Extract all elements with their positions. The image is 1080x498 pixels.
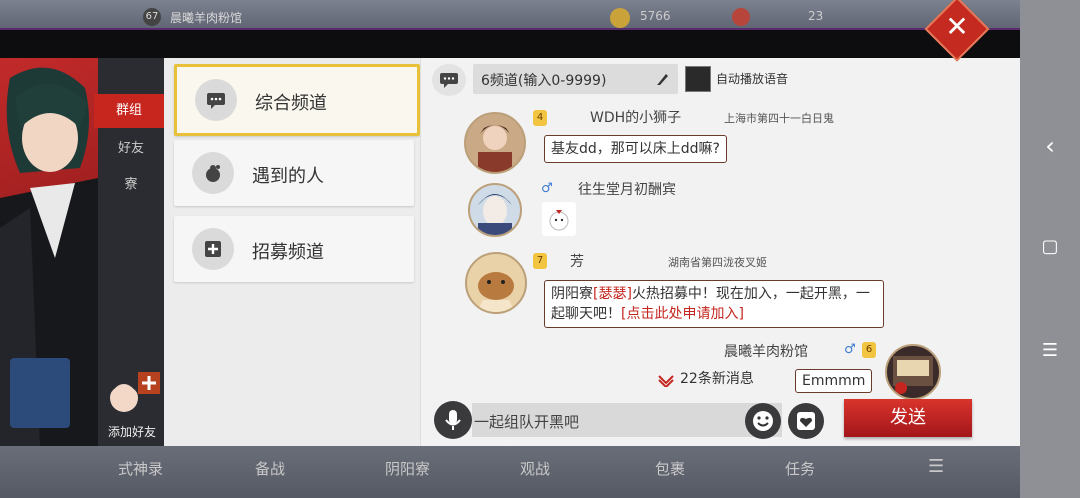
nav-shikigami[interactable]: 式神录	[118, 458, 163, 479]
character-portrait	[0, 58, 98, 446]
avatar[interactable]	[885, 344, 941, 400]
add-friend-button[interactable]: 添加好友	[100, 370, 164, 440]
smiley-icon	[753, 411, 773, 431]
close-icon[interactable]: ✕	[938, 8, 976, 46]
nav-prepare[interactable]: 备战	[255, 458, 285, 479]
message-sender-guild: 湖南省第四泷夜叉姬	[668, 256, 767, 269]
nav-spectate[interactable]: 观战	[520, 458, 550, 479]
level-badge: 7	[533, 253, 547, 269]
auto-voice-label: 自动播放语音	[716, 72, 789, 86]
tab-guild[interactable]: 寮	[98, 168, 164, 202]
chat-bubble-icon	[195, 79, 237, 121]
sticker-icon	[549, 210, 569, 231]
auto-voice-checkbox[interactable]	[685, 66, 711, 92]
message-bubble[interactable]: Emmmm	[795, 369, 873, 393]
emoji-button[interactable]	[745, 403, 781, 439]
channel-general-label: 综合频道	[255, 93, 327, 114]
recruit-message-bubble[interactable]: 阴阳寮[瑟瑟]火热招募中！现在加入，一起开黑，一起聊天吧！[点击此处申请加入]	[544, 280, 884, 328]
system-navigation-bar: ‹ ▢ ☰	[1020, 0, 1080, 498]
avatar[interactable]	[465, 252, 527, 314]
message-input-placeholder: 一起组队开黑吧	[474, 413, 580, 431]
channel-number-input[interactable]: 6频道(输入0-9999)	[473, 64, 678, 94]
tab-friends[interactable]: 好友	[98, 132, 164, 166]
channel-met-people-label: 遇到的人	[252, 166, 324, 187]
coin-count: 5766	[640, 9, 671, 23]
message-bubble[interactable]: 基友dd，那可以床上dd嘛?	[544, 135, 727, 163]
channel-switch-button[interactable]	[432, 64, 466, 96]
gender-male-icon: ♂	[541, 181, 553, 196]
player-level: 67	[143, 8, 161, 26]
channel-recruit-label: 招募频道	[252, 242, 324, 263]
channel-general[interactable]: 综合频道	[174, 64, 420, 136]
message-sender-guild: 上海市第四十一白日鬼	[724, 112, 834, 125]
nav-tasks[interactable]: 任务	[785, 458, 815, 479]
level-badge: 6	[862, 342, 876, 358]
heart-sticker-icon	[797, 412, 815, 430]
message-sender-name[interactable]: 往生堂月初酬宾	[578, 179, 676, 199]
jade-count: 23	[808, 9, 824, 23]
channel-met-people[interactable]: 遇到的人	[174, 140, 414, 206]
message-sender-name[interactable]: WDH的小狮子	[590, 107, 681, 127]
jade-icon	[732, 8, 750, 26]
new-messages-indicator[interactable]: 22条新消息	[680, 368, 754, 388]
recruit-apply-link[interactable]: [点击此处申请加入]	[621, 306, 744, 322]
menu-icon[interactable]: ☰	[928, 456, 944, 477]
new-messages-icon	[658, 372, 674, 391]
send-button[interactable]: 发送	[844, 399, 972, 437]
message-sender-name[interactable]: 芳	[570, 251, 584, 271]
back-icon[interactable]: ‹	[1020, 132, 1080, 160]
recents-icon[interactable]: ☰	[1020, 340, 1080, 361]
avatar[interactable]	[468, 183, 522, 237]
header-strip	[0, 28, 1020, 60]
recruit-guild-tag: [瑟瑟]	[593, 286, 632, 302]
message-sender-name[interactable]: 晨曦羊肉粉馆	[724, 341, 808, 361]
microphone-icon	[445, 410, 461, 430]
home-icon[interactable]: ▢	[1020, 236, 1080, 257]
nav-bag[interactable]: 包裹	[655, 458, 685, 479]
sticker-message[interactable]	[542, 202, 576, 236]
chat-bubble-icon	[440, 73, 458, 88]
recruit-guild-word: 阴阳寮	[551, 286, 593, 302]
coin-icon	[610, 8, 630, 28]
message-input[interactable]: 一起组队开黑吧	[472, 403, 782, 437]
sticker-button[interactable]	[788, 403, 824, 439]
level-badge: 4	[533, 110, 547, 126]
voice-input-button[interactable]	[434, 401, 472, 439]
player-name: 晨曦羊肉粉馆	[170, 11, 243, 25]
game-bottom-nav: 式神录 备战 阴阳寮 观战 包裹 任务 ☰	[0, 446, 1020, 498]
channel-recruit[interactable]: 招募频道	[174, 216, 414, 282]
add-friend-icon	[110, 372, 160, 412]
avatar[interactable]	[464, 112, 526, 174]
daruma-icon	[192, 152, 234, 194]
channel-number-text: 6频道(输入0-9999)	[481, 73, 607, 89]
add-friend-label: 添加好友	[107, 425, 156, 439]
channel-list: 综合频道 遇到的人 招募频道	[164, 58, 420, 446]
tab-group[interactable]: 群组	[94, 94, 164, 128]
recruit-plus-icon	[192, 228, 234, 270]
nav-guild[interactable]: 阴阳寮	[385, 458, 430, 479]
pencil-icon	[657, 74, 668, 85]
gender-male-icon: ♂	[844, 342, 856, 357]
